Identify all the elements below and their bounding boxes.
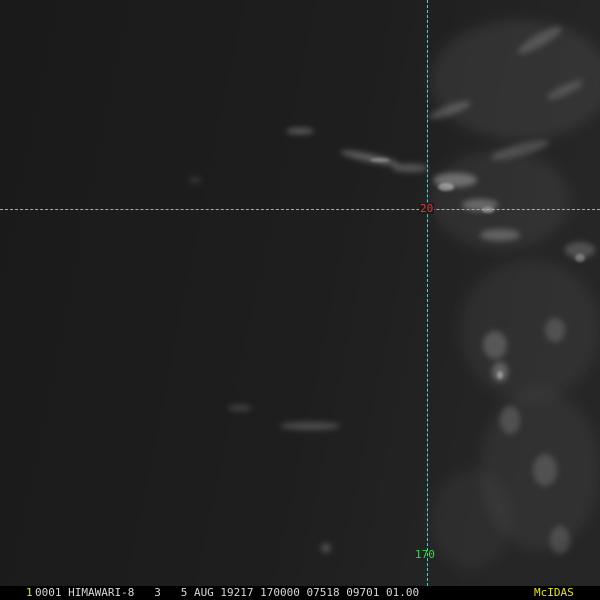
frame-number: 1 (26, 586, 33, 599)
satellite-frame: 20 170 1 0001 HIMAWARI-8 3 5 AUG 19217 1… (0, 0, 600, 600)
mcidas-brand: McIDAS (534, 586, 574, 599)
longitude-grid-line (427, 0, 428, 586)
longitude-label: 170 (415, 548, 435, 561)
image-metadata-text: 0001 HIMAWARI-8 3 5 AUG 19217 170000 075… (35, 586, 420, 599)
latitude-label: 20 (419, 202, 435, 215)
latitude-grid-line (0, 209, 600, 210)
satellite-image (0, 0, 600, 586)
status-bar: 1 0001 HIMAWARI-8 3 5 AUG 19217 170000 0… (0, 586, 600, 600)
